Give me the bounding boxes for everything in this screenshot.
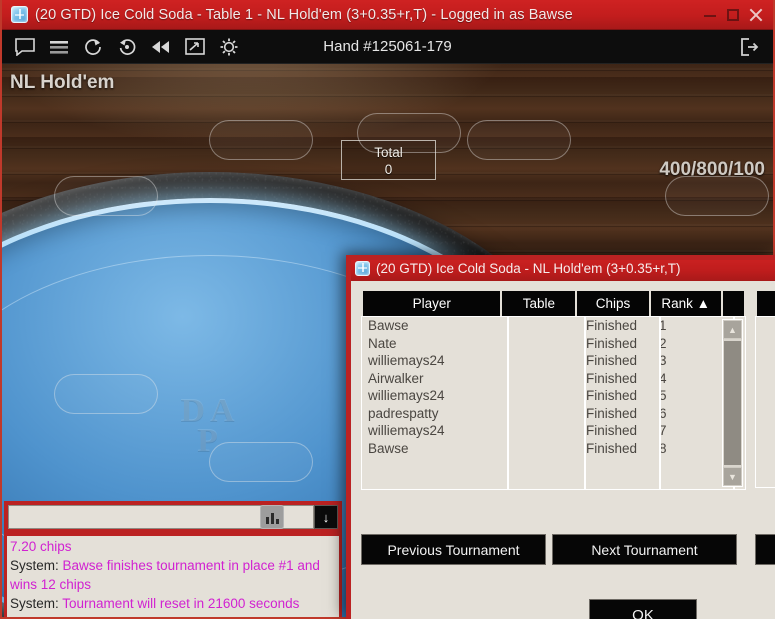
results-rows: Bawse Finished 1 Nate Finished 2 williem… xyxy=(362,317,745,489)
table-row[interactable]: padrespatty Finished 6 xyxy=(362,405,745,423)
column-header-rank[interactable]: Rank ▲ xyxy=(650,291,721,316)
seat-placeholder[interactable] xyxy=(54,374,158,414)
table-row[interactable]: williemays24 Finished 5 xyxy=(362,387,745,405)
table-row[interactable]: Nate Finished 2 xyxy=(362,335,745,353)
scroll-down-icon[interactable]: ▼ xyxy=(723,467,742,486)
main-window-title: (20 GTD) Ice Cold Soda - Table 1 - NL Ho… xyxy=(35,6,573,23)
results-scrollbar[interactable]: ▲ ▼ xyxy=(722,319,743,487)
chat-send-arrow-button[interactable]: ↓ xyxy=(314,505,338,529)
chat-log-line: Nate: Ggs xyxy=(10,613,336,617)
side-table-body xyxy=(755,316,775,488)
main-titlebar: (20 GTD) Ice Cold Soda - Table 1 - NL Ho… xyxy=(2,0,773,30)
scrollbar-thumb[interactable] xyxy=(724,341,741,465)
column-header-number[interactable]: # xyxy=(757,291,775,316)
ice-cube-icon xyxy=(11,6,28,23)
scroll-up-icon[interactable]: ▲ xyxy=(723,320,742,339)
column-header-spacer xyxy=(722,291,744,316)
previous-tournament-button[interactable]: Previous Tournament xyxy=(361,534,546,565)
table-row[interactable]: Bawse Finished 1 xyxy=(362,317,745,335)
dialog-titlebar: (20 GTD) Ice Cold Soda - NL Hold'em (3+0… xyxy=(351,260,775,281)
results-grid: Player Table Chips Rank ▲ Bawse Finished… xyxy=(361,291,746,491)
minimize-icon[interactable] xyxy=(703,8,717,22)
game-type-label: NL Hold'em xyxy=(10,72,115,93)
chat-input-bar: ↓ xyxy=(4,501,342,533)
chat-log-line: 7.20 chips xyxy=(10,539,72,554)
dialog-body: Player Table Chips Rank ▲ Bawse Finished… xyxy=(351,281,775,619)
table-row[interactable]: Airwalker Finished 4 xyxy=(362,370,745,388)
seat-placeholder[interactable] xyxy=(209,120,313,160)
side-grid: # xyxy=(755,291,775,491)
table-toolbar: Hand #125061-179 xyxy=(2,30,773,64)
close-icon[interactable] xyxy=(749,8,763,22)
tournament-results-dialog: (20 GTD) Ice Cold Soda - NL Hold'em (3+0… xyxy=(346,255,775,619)
side-button[interactable] xyxy=(755,534,775,565)
table-row[interactable]: williemays24 Finished 7 xyxy=(362,422,745,440)
seat-placeholder[interactable] xyxy=(209,442,313,482)
table-row[interactable]: Bawse Finished 8 xyxy=(362,440,745,458)
results-table-body: Bawse Finished 1 Nate Finished 2 williem… xyxy=(361,316,746,490)
app-root: (20 GTD) Ice Cold Soda - Table 1 - NL Ho… xyxy=(0,0,775,619)
ice-cube-icon xyxy=(355,260,370,276)
side-header-row: # xyxy=(755,291,775,316)
rewind-icon[interactable] xyxy=(146,34,176,60)
gear-icon[interactable] xyxy=(214,34,244,60)
column-header-player[interactable]: Player xyxy=(363,291,501,316)
seat-placeholder[interactable] xyxy=(357,113,461,153)
maximize-icon[interactable] xyxy=(726,8,740,22)
exit-icon[interactable] xyxy=(735,34,765,60)
ok-button[interactable]: OK xyxy=(589,599,697,619)
bar-chart-icon[interactable] xyxy=(260,505,284,529)
refresh-icon[interactable] xyxy=(78,34,108,60)
rotate-icon[interactable] xyxy=(112,34,142,60)
results-header-row: Player Table Chips Rank ▲ xyxy=(361,291,746,316)
seat-placeholder[interactable] xyxy=(665,176,769,216)
chat-log-line: System: Bawse finishes tournament in pla… xyxy=(10,558,320,592)
chat-log-line: System: Tournament will reset in 21600 s… xyxy=(10,596,300,611)
column-header-chips[interactable]: Chips xyxy=(577,291,649,316)
chat-log[interactable]: 7.20 chips System: Bawse finishes tourna… xyxy=(4,533,342,617)
lines-icon[interactable] xyxy=(44,34,74,60)
seat-placeholder[interactable] xyxy=(467,120,571,160)
next-tournament-button[interactable]: Next Tournament xyxy=(552,534,737,565)
seat-placeholder[interactable] xyxy=(54,176,158,216)
table-row[interactable]: williemays24 Finished 3 xyxy=(362,352,745,370)
chat-icon[interactable] xyxy=(10,34,40,60)
dialog-title: (20 GTD) Ice Cold Soda - NL Hold'em (3+0… xyxy=(376,260,681,276)
column-header-table[interactable]: Table xyxy=(502,291,576,316)
resize-icon[interactable] xyxy=(180,34,210,60)
window-controls xyxy=(703,8,767,22)
